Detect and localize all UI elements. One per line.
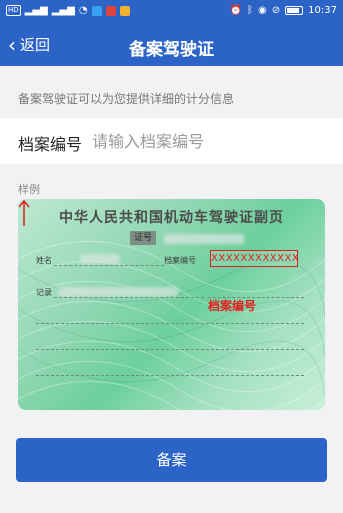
submit-button[interactable]: 备案 (16, 438, 327, 482)
name-line (54, 265, 164, 266)
card-title: 中华人民共和国机动车驾驶证副页 (59, 210, 284, 226)
file-number-field: 档案编号 (0, 118, 343, 164)
signal-icon: ▂▄▆ (24, 5, 48, 16)
record-line (54, 297, 204, 298)
notification-app-icon-2 (105, 5, 116, 16)
wifi-icon: ◔ (78, 5, 88, 16)
sample-license-card: 中华人民共和国机动车驾驶证副页 证号 姓名 档案编号 XXXXXXXXXXXX … (18, 199, 325, 410)
redacted-record (58, 287, 178, 297)
page-title: 备案驾驶证 (129, 40, 214, 60)
file-number-sample-label: 档案编号 (164, 256, 196, 265)
status-bar: HD ▂▄▆ ▂▄▆ ◔ ⏰ ᛒ ◉ ⊘ 10:37 (0, 0, 343, 24)
clock: 10:37 (308, 5, 337, 16)
name-label: 姓名 (36, 256, 52, 265)
file-number-annotation: 档案编号 (208, 299, 257, 313)
signal-icon-2: ▂▄▆ (51, 5, 75, 16)
location-icon: ◉ (258, 5, 267, 16)
card-guilloche-pattern (18, 240, 325, 410)
status-right: ⏰ ᛒ ◉ ⊘ 10:37 (230, 5, 337, 16)
battery-icon (285, 6, 304, 15)
notification-app-icon-3 (119, 5, 130, 16)
record-line-3 (36, 349, 304, 350)
record-line-2 (36, 323, 304, 324)
sample-label: 样例 (18, 183, 40, 196)
arrow-up-icon (18, 199, 30, 226)
redacted-license-number (164, 234, 244, 244)
file-number-highlight: XXXXXXXXXXXX (210, 250, 299, 267)
hd-badge: HD (6, 5, 21, 16)
info-hint: 备案驾驶证可以为您提供详细的计分信息 (18, 92, 235, 106)
notification-app-icon (91, 5, 102, 16)
license-number-label: 证号 (130, 231, 156, 245)
status-left: HD ▂▄▆ ▂▄▆ ◔ (6, 5, 130, 16)
record-line-4 (36, 375, 304, 376)
record-label: 记录 (36, 288, 52, 297)
redacted-name (80, 254, 120, 264)
navigation-bar: ‹ 返回 备案驾驶证 (0, 24, 343, 66)
bluetooth-icon: ᛒ (247, 5, 254, 16)
alarm-icon: ⏰ (229, 5, 243, 16)
mute-icon: ⊘ (271, 5, 281, 16)
file-number-label: 档案编号 (18, 135, 83, 154)
file-number-input[interactable] (92, 126, 322, 156)
app-header: HD ▂▄▆ ▂▄▆ ◔ ⏰ ᛒ ◉ ⊘ 10:37 ‹ 返回 备案驾驶证 (0, 0, 343, 66)
